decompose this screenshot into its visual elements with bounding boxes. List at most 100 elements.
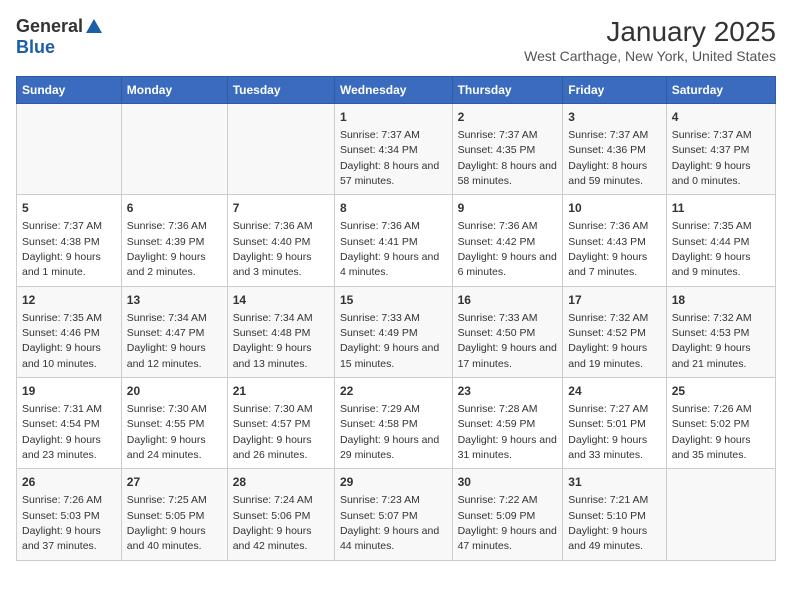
day-cell: [121, 104, 227, 195]
day-cell: 1 Sunrise: 7:37 AM Sunset: 4:34 PM Daylig…: [334, 104, 452, 195]
day-cell: 22 Sunrise: 7:29 AM Sunset: 4:58 PM Dayli…: [334, 378, 452, 469]
day-number: 14: [233, 292, 329, 309]
day-number: 5: [22, 200, 116, 217]
header-cell-thursday: Thursday: [452, 77, 563, 104]
week-row-5: 26Sunrise: 7:26 AM Sunset: 5:03 PM Dayli…: [17, 469, 776, 560]
day-number: 31: [568, 474, 660, 491]
day-number: 30: [458, 474, 558, 491]
day-cell: 6 Sunrise: 7:36 AM Sunset: 4:39 PM Daylig…: [121, 195, 227, 286]
day-info: Sunrise: 7:32 AM Sunset: 4:53 PM Dayligh…: [672, 312, 752, 370]
day-info: Sunrise: 7:33 AM Sunset: 4:50 PM Dayligh…: [458, 312, 557, 370]
day-cell: [666, 469, 775, 560]
calendar-header: SundayMondayTuesdayWednesdayThursdayFrid…: [17, 77, 776, 104]
logo-blue-text: Blue: [16, 37, 55, 58]
day-cell: 15 Sunrise: 7:33 AM Sunset: 4:49 PM Dayli…: [334, 286, 452, 377]
day-number: 1: [340, 109, 447, 126]
day-number: 24: [568, 383, 660, 400]
day-info: Sunrise: 7:37 AM Sunset: 4:37 PM Dayligh…: [672, 129, 752, 187]
day-cell: 31 Sunrise: 7:21 AM Sunset: 5:10 PM Dayli…: [563, 469, 666, 560]
logo-general-text: General: [16, 16, 83, 37]
calendar-body: 1 Sunrise: 7:37 AM Sunset: 4:34 PM Daylig…: [17, 104, 776, 561]
day-info: Sunrise: 7:24 AM Sunset: 5:06 PM Dayligh…: [233, 494, 313, 552]
day-number: 6: [127, 200, 222, 217]
day-info: Sunrise: 7:37 AM Sunset: 4:34 PM Dayligh…: [340, 129, 439, 187]
day-info: Sunrise: 7:22 AM Sunset: 5:09 PM Dayligh…: [458, 494, 557, 552]
day-number: 8: [340, 200, 447, 217]
header-cell-monday: Monday: [121, 77, 227, 104]
day-info: Sunrise: 7:27 AM Sunset: 5:01 PM Dayligh…: [568, 403, 648, 461]
day-cell: 30 Sunrise: 7:22 AM Sunset: 5:09 PM Dayli…: [452, 469, 563, 560]
day-info: Sunrise: 7:36 AM Sunset: 4:42 PM Dayligh…: [458, 220, 557, 278]
day-cell: [227, 104, 334, 195]
day-number: 10: [568, 200, 660, 217]
day-cell: 19 Sunrise: 7:31 AM Sunset: 4:54 PM Dayli…: [17, 378, 122, 469]
day-info: Sunrise: 7:32 AM Sunset: 4:52 PM Dayligh…: [568, 312, 648, 370]
day-number: 18: [672, 292, 770, 309]
day-number: 20: [127, 383, 222, 400]
day-info: Sunrise: 7:21 AM Sunset: 5:10 PM Dayligh…: [568, 494, 648, 552]
calendar-title: January 2025: [524, 16, 776, 48]
week-row-2: 5 Sunrise: 7:37 AM Sunset: 4:38 PM Daylig…: [17, 195, 776, 286]
day-info: Sunrise: 7:37 AM Sunset: 4:36 PM Dayligh…: [568, 129, 648, 187]
day-cell: 26Sunrise: 7:26 AM Sunset: 5:03 PM Dayli…: [17, 469, 122, 560]
day-cell: 29Sunrise: 7:23 AM Sunset: 5:07 PM Dayli…: [334, 469, 452, 560]
header-row: SundayMondayTuesdayWednesdayThursdayFrid…: [17, 77, 776, 104]
day-number: 28: [233, 474, 329, 491]
day-info: Sunrise: 7:36 AM Sunset: 4:40 PM Dayligh…: [233, 220, 313, 278]
day-cell: 8 Sunrise: 7:36 AM Sunset: 4:41 PM Daylig…: [334, 195, 452, 286]
day-number: 3: [568, 109, 660, 126]
day-info: Sunrise: 7:33 AM Sunset: 4:49 PM Dayligh…: [340, 312, 439, 370]
day-number: 15: [340, 292, 447, 309]
day-cell: 25Sunrise: 7:26 AM Sunset: 5:02 PM Dayli…: [666, 378, 775, 469]
day-cell: 17 Sunrise: 7:32 AM Sunset: 4:52 PM Dayli…: [563, 286, 666, 377]
day-info: Sunrise: 7:37 AM Sunset: 4:35 PM Dayligh…: [458, 129, 557, 187]
day-info: Sunrise: 7:36 AM Sunset: 4:41 PM Dayligh…: [340, 220, 439, 278]
day-cell: 21Sunrise: 7:30 AM Sunset: 4:57 PM Dayli…: [227, 378, 334, 469]
day-cell: 28 Sunrise: 7:24 AM Sunset: 5:06 PM Dayli…: [227, 469, 334, 560]
day-number: 11: [672, 200, 770, 217]
week-row-3: 12 Sunrise: 7:35 AM Sunset: 4:46 PM Dayli…: [17, 286, 776, 377]
header-cell-tuesday: Tuesday: [227, 77, 334, 104]
day-cell: 23Sunrise: 7:28 AM Sunset: 4:59 PM Dayli…: [452, 378, 563, 469]
day-info: Sunrise: 7:34 AM Sunset: 4:47 PM Dayligh…: [127, 312, 207, 370]
calendar-subtitle: West Carthage, New York, United States: [524, 48, 776, 64]
day-number: 17: [568, 292, 660, 309]
day-cell: [17, 104, 122, 195]
day-cell: 11Sunrise: 7:35 AM Sunset: 4:44 PM Dayli…: [666, 195, 775, 286]
day-info: Sunrise: 7:25 AM Sunset: 5:05 PM Dayligh…: [127, 494, 207, 552]
day-cell: 4Sunrise: 7:37 AM Sunset: 4:37 PM Daylig…: [666, 104, 775, 195]
day-number: 26: [22, 474, 116, 491]
day-info: Sunrise: 7:36 AM Sunset: 4:39 PM Dayligh…: [127, 220, 207, 278]
day-number: 19: [22, 383, 116, 400]
day-cell: 16 Sunrise: 7:33 AM Sunset: 4:50 PM Dayli…: [452, 286, 563, 377]
day-cell: 9Sunrise: 7:36 AM Sunset: 4:42 PM Daylig…: [452, 195, 563, 286]
title-block: January 2025 West Carthage, New York, Un…: [524, 16, 776, 64]
day-info: Sunrise: 7:37 AM Sunset: 4:38 PM Dayligh…: [22, 220, 102, 278]
day-cell: 14 Sunrise: 7:34 AM Sunset: 4:48 PM Dayli…: [227, 286, 334, 377]
day-cell: 27 Sunrise: 7:25 AM Sunset: 5:05 PM Dayli…: [121, 469, 227, 560]
day-info: Sunrise: 7:26 AM Sunset: 5:02 PM Dayligh…: [672, 403, 752, 461]
week-row-4: 19 Sunrise: 7:31 AM Sunset: 4:54 PM Dayli…: [17, 378, 776, 469]
day-cell: 20 Sunrise: 7:30 AM Sunset: 4:55 PM Dayli…: [121, 378, 227, 469]
day-number: 22: [340, 383, 447, 400]
day-number: 7: [233, 200, 329, 217]
day-number: 2: [458, 109, 558, 126]
day-info: Sunrise: 7:36 AM Sunset: 4:43 PM Dayligh…: [568, 220, 648, 278]
day-number: 12: [22, 292, 116, 309]
day-number: 16: [458, 292, 558, 309]
day-number: 21: [233, 383, 329, 400]
day-info: Sunrise: 7:35 AM Sunset: 4:46 PM Dayligh…: [22, 312, 102, 370]
day-info: Sunrise: 7:23 AM Sunset: 5:07 PM Dayligh…: [340, 494, 439, 552]
calendar-table: SundayMondayTuesdayWednesdayThursdayFrid…: [16, 76, 776, 561]
day-info: Sunrise: 7:34 AM Sunset: 4:48 PM Dayligh…: [233, 312, 313, 370]
header-cell-saturday: Saturday: [666, 77, 775, 104]
day-number: 27: [127, 474, 222, 491]
day-info: Sunrise: 7:30 AM Sunset: 4:55 PM Dayligh…: [127, 403, 207, 461]
logo-icon: [85, 17, 103, 35]
day-info: Sunrise: 7:29 AM Sunset: 4:58 PM Dayligh…: [340, 403, 439, 461]
day-cell: 10 Sunrise: 7:36 AM Sunset: 4:43 PM Dayli…: [563, 195, 666, 286]
week-row-1: 1 Sunrise: 7:37 AM Sunset: 4:34 PM Daylig…: [17, 104, 776, 195]
day-info: Sunrise: 7:31 AM Sunset: 4:54 PM Dayligh…: [22, 403, 102, 461]
day-cell: 13Sunrise: 7:34 AM Sunset: 4:47 PM Dayli…: [121, 286, 227, 377]
header-cell-friday: Friday: [563, 77, 666, 104]
